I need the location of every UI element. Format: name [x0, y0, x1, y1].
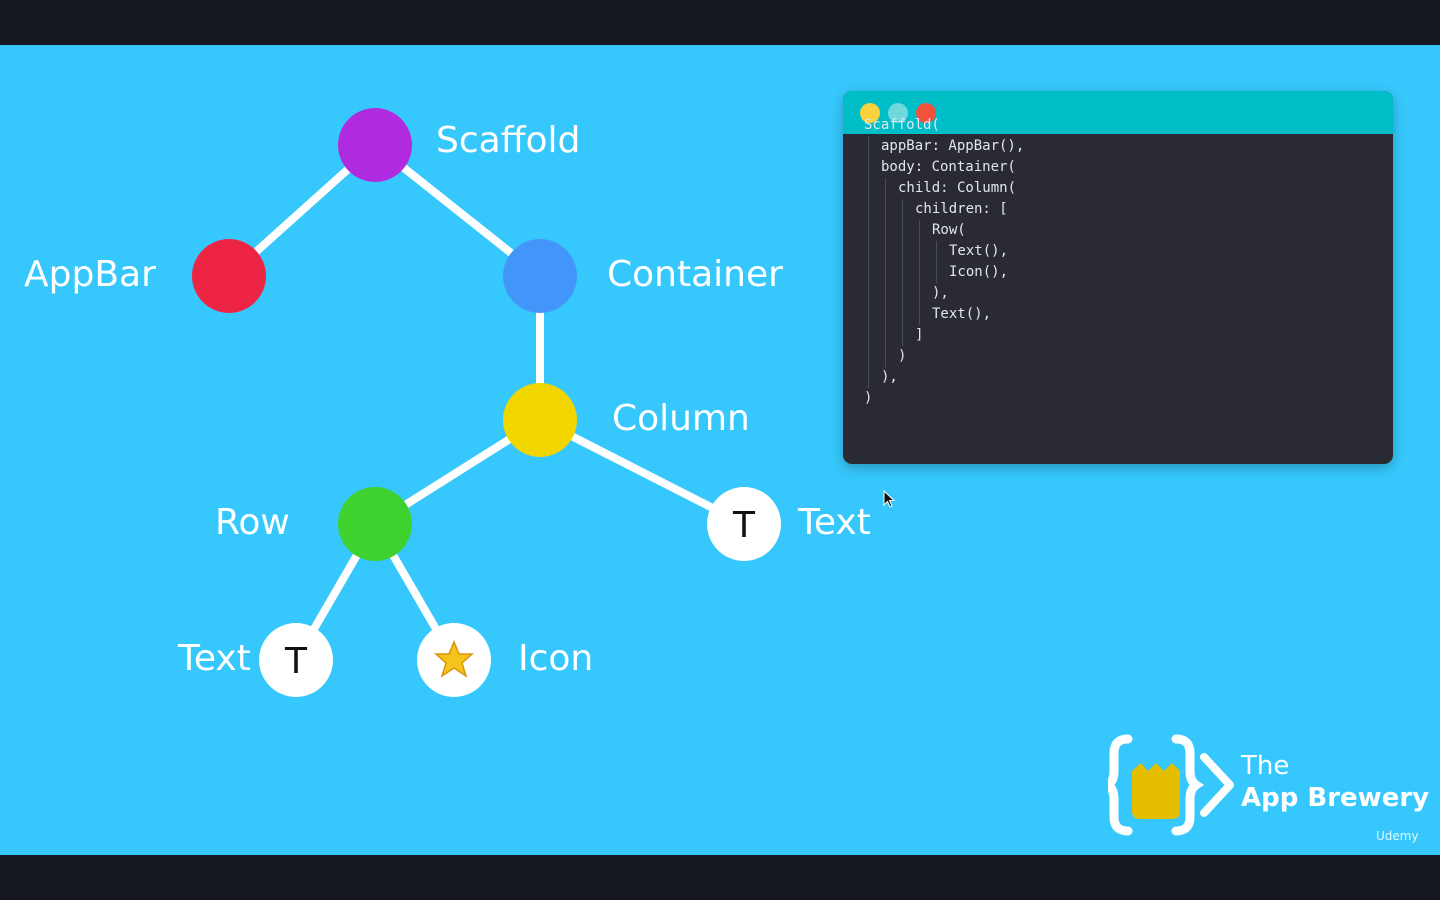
code-text: Text(),: [949, 243, 1009, 259]
indent-guide: [919, 220, 920, 241]
scaffold-label: Scaffold: [436, 120, 581, 161]
code-line: Row(: [864, 220, 1393, 241]
code-line: Text(),: [864, 304, 1393, 325]
column-label: Column: [612, 398, 750, 439]
code-text: ): [898, 348, 907, 364]
appbar-node: [192, 239, 266, 313]
code-line: body: Container(: [864, 157, 1393, 178]
code-text: Scaffold(: [864, 117, 940, 133]
logo-text-app-brewery: App Brewery: [1241, 783, 1430, 813]
indent-guide: [868, 262, 869, 283]
indent-guide: [919, 262, 920, 283]
indent-guide: [885, 346, 886, 367]
indent-guide: [885, 304, 886, 325]
row-node: [338, 487, 412, 561]
indent-guide: [885, 325, 886, 346]
icon-label: Icon: [518, 638, 594, 679]
code-text: ]: [915, 327, 924, 343]
code-text: Row(: [932, 222, 966, 238]
indent-guide: [868, 346, 869, 367]
code-line: ),: [864, 367, 1393, 388]
code-text: children: [: [915, 201, 1008, 217]
code-text: appBar: AppBar(),: [881, 138, 1025, 154]
indent-guide: [885, 262, 886, 283]
indent-guide: [868, 220, 869, 241]
indent-guide: [868, 199, 869, 220]
mouse-cursor-icon: [883, 490, 896, 508]
indent-guide: [936, 262, 937, 283]
code-text: Text(),: [932, 306, 992, 322]
code-window: Scaffold( appBar: AppBar(), body: Containe…: [843, 91, 1393, 464]
indent-guide: [936, 241, 937, 262]
indent-guide: [902, 241, 903, 262]
code-text: Icon(),: [949, 264, 1009, 280]
indent-guide: [902, 262, 903, 283]
indent-guide: [902, 304, 903, 325]
code-line: children: [: [864, 199, 1393, 220]
indent-guide: [885, 178, 886, 199]
code-line: Text(),: [864, 241, 1393, 262]
indent-guide: [868, 367, 869, 388]
code-line: ): [864, 346, 1393, 367]
indent-guide: [885, 241, 886, 262]
code-line: ]: [864, 325, 1393, 346]
indent-guide: [868, 304, 869, 325]
code-line: ): [864, 388, 1393, 409]
slide: T T Scaffold AppBar Container Column Row…: [0, 45, 1440, 855]
indent-guide: [868, 136, 869, 157]
code-line: Icon(),: [864, 262, 1393, 283]
code-line: child: Column(: [864, 178, 1393, 199]
container-node: [503, 239, 577, 313]
indent-guide: [919, 304, 920, 325]
code-text: child: Column(: [898, 180, 1017, 196]
indent-guide: [868, 157, 869, 178]
text-node-left-glyph: T: [284, 641, 308, 682]
code-line: ),: [864, 283, 1393, 304]
indent-guide: [868, 325, 869, 346]
code-text: ),: [881, 369, 898, 385]
container-label: Container: [607, 254, 783, 295]
column-node: [503, 383, 577, 457]
code-body: Scaffold( appBar: AppBar(), body: Containe…: [864, 115, 1393, 464]
indent-guide: [902, 325, 903, 346]
indent-guide: [902, 199, 903, 220]
text-left-label: Text: [178, 638, 251, 679]
scaffold-node: [338, 108, 412, 182]
code-text: body: Container(: [881, 159, 1016, 175]
indent-guide: [902, 283, 903, 304]
text-right-label: Text: [798, 502, 871, 543]
row-label: Row: [215, 502, 290, 543]
letterbox-bottom: [0, 855, 1440, 900]
text-node-right-glyph: T: [732, 505, 756, 546]
indent-guide: [885, 199, 886, 220]
indent-guide: [885, 220, 886, 241]
indent-guide: [868, 178, 869, 199]
indent-guide: [868, 241, 869, 262]
code-text: ): [864, 390, 873, 406]
indent-guide: [919, 241, 920, 262]
appbar-label: AppBar: [24, 254, 156, 295]
code-line: appBar: AppBar(),: [864, 136, 1393, 157]
indent-guide: [885, 283, 886, 304]
indent-guide: [902, 220, 903, 241]
logo-text-the: The: [1241, 751, 1290, 781]
indent-guide: [868, 283, 869, 304]
letterbox-top: [0, 0, 1440, 45]
udemy-watermark: Udemy: [1376, 829, 1419, 843]
indent-guide: [919, 283, 920, 304]
code-line: Scaffold(: [864, 115, 1393, 136]
code-text: ),: [932, 285, 949, 301]
